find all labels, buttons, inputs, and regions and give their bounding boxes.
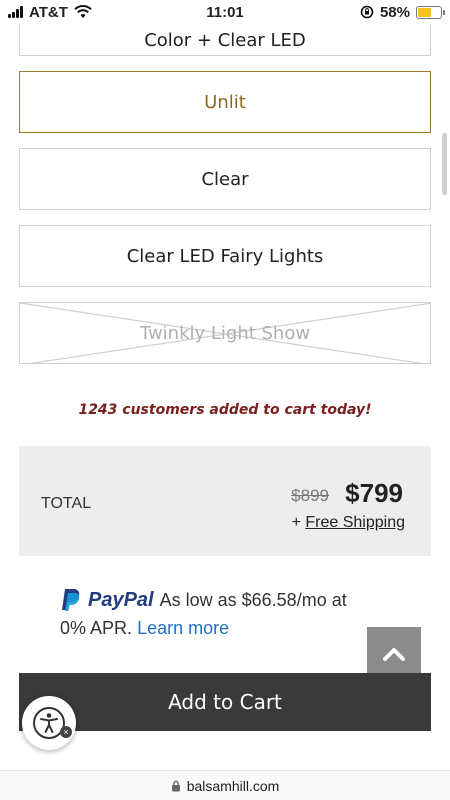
status-bar: AT&T 11:01 58% (0, 0, 450, 24)
option-label: Clear LED Fairy Lights (126, 245, 324, 267)
scrollbar[interactable] (442, 133, 447, 195)
wifi-icon (74, 5, 92, 18)
close-icon[interactable]: × (60, 726, 72, 738)
paypal-apr: 0% APR. (60, 618, 133, 638)
url-text: balsamhill.com (186, 777, 280, 794)
option-clear-led-fairy-lights[interactable]: Clear LED Fairy Lights (19, 225, 431, 287)
paypal-text: As low as $66.58/mo at (159, 589, 347, 610)
option-unlit[interactable]: Unlit (19, 71, 431, 133)
carrier-label: AT&T (29, 3, 68, 21)
option-label: Twinkly Light Show (139, 322, 311, 344)
accessibility-button[interactable]: × (22, 696, 76, 750)
add-to-cart-label: Add to Cart (168, 690, 282, 714)
orientation-lock-icon (360, 5, 374, 19)
battery-icon (416, 5, 445, 19)
signal-icon (8, 6, 23, 18)
status-left: AT&T (8, 4, 92, 21)
sale-price: $799 (345, 478, 403, 508)
battery-percent: 58% (379, 3, 410, 21)
paypal-logo-icon (62, 589, 80, 611)
chevron-up-icon (383, 648, 405, 661)
option-label: Unlit (204, 91, 246, 113)
option-clear[interactable]: Clear (19, 148, 431, 210)
add-to-cart-button[interactable]: Add to Cart (19, 673, 431, 731)
paypal-brand: PayPal (88, 588, 154, 611)
learn-more-link[interactable]: Learn more (137, 618, 229, 638)
urgency-message: 1243 customers added to cart today! (78, 402, 372, 418)
total-label: TOTAL (41, 495, 92, 512)
shipping-prefix: + (291, 514, 306, 531)
shipping-info: + Free Shipping (292, 514, 405, 532)
free-shipping-link[interactable]: Free Shipping (305, 514, 405, 531)
lock-icon (171, 780, 180, 791)
option-label: Clear (201, 168, 249, 190)
url-bar[interactable]: balsamhill.com (0, 770, 450, 800)
paypal-financing: PayPal As low as $66.58/mo at 0% APR. Le… (60, 588, 410, 639)
status-right: 58% (360, 3, 445, 21)
option-twinkly-light-show: Twinkly Light Show (19, 302, 431, 364)
option-label: Color + Clear LED (144, 30, 306, 51)
original-price: $899 (291, 486, 329, 505)
total-panel: TOTAL $899 $799 + Free Shipping (19, 446, 431, 556)
